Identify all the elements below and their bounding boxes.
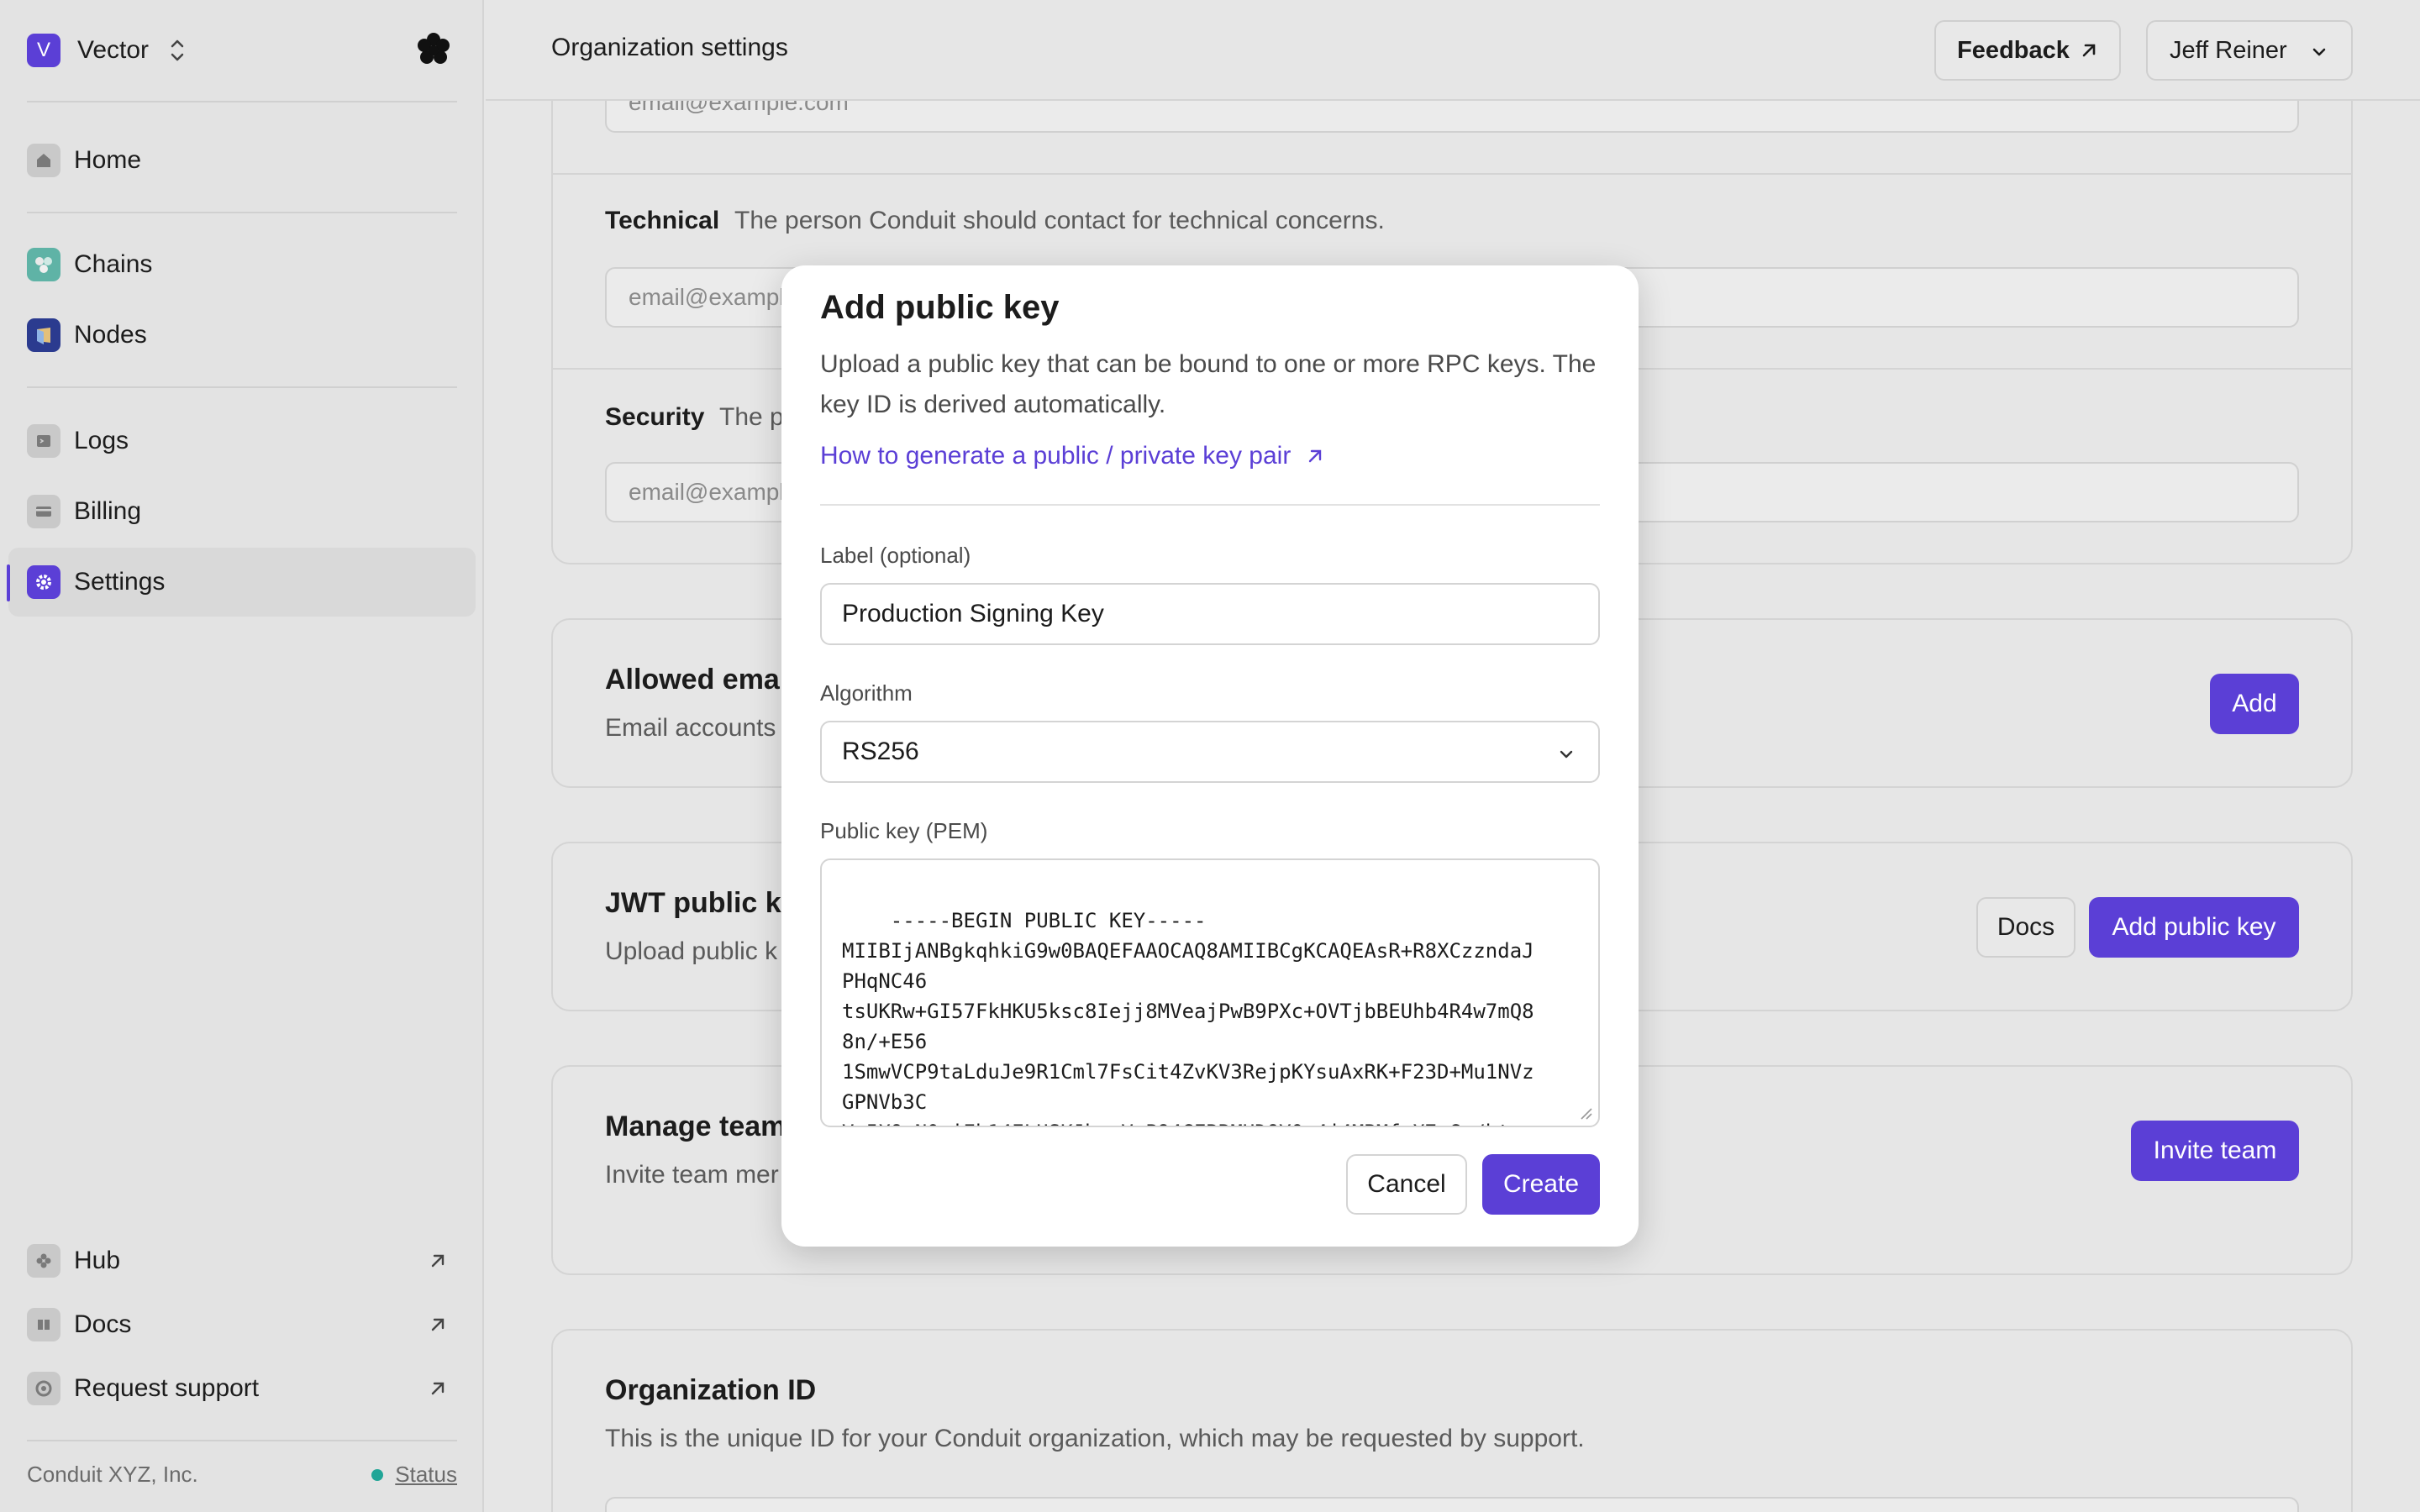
label-field-label: Label (optional) bbox=[820, 543, 971, 568]
user-name: Jeff Reiner bbox=[2170, 36, 2287, 64]
jwt-title: JWT public ke bbox=[605, 887, 797, 919]
sidebar-item-billing[interactable]: Billing bbox=[8, 477, 476, 546]
organization-id-field[interactable] bbox=[605, 1497, 2299, 1512]
sidebar-item-label: Home bbox=[74, 146, 142, 174]
gear-icon bbox=[27, 565, 60, 599]
algorithm-select[interactable]: RS256 bbox=[820, 721, 1600, 783]
algorithm-label: Algorithm bbox=[820, 680, 913, 706]
sidebar-item-label: Nodes bbox=[74, 321, 147, 349]
nodes-icon bbox=[27, 318, 60, 352]
dialog-title: Add public key bbox=[820, 289, 1060, 326]
external-link-icon bbox=[431, 1382, 445, 1395]
org-avatar: V bbox=[27, 34, 60, 67]
sidebar-item-label: Docs bbox=[74, 1310, 132, 1338]
page-title: Organization settings bbox=[551, 34, 788, 61]
sidebar-item-label: Billing bbox=[74, 497, 142, 525]
sidebar-item-hub[interactable]: Hub bbox=[8, 1226, 476, 1295]
add-email-button-label: Add bbox=[2232, 690, 2277, 717]
sidebar-item-label: Request support bbox=[74, 1374, 260, 1402]
external-link-icon bbox=[431, 1254, 445, 1268]
sidebar-footer: Conduit XYZ, Inc. Status bbox=[27, 1462, 457, 1488]
resize-handle-icon[interactable] bbox=[1576, 1104, 1593, 1121]
book-icon bbox=[27, 1308, 60, 1341]
jwt-docs-button[interactable]: Docs bbox=[1976, 897, 2075, 958]
algorithm-value: RS256 bbox=[842, 738, 919, 765]
org-name: Vector bbox=[77, 36, 150, 64]
chevron-up-down-icon bbox=[171, 39, 184, 61]
flower-logo-icon bbox=[418, 33, 450, 64]
status-indicator[interactable]: Status bbox=[371, 1462, 457, 1488]
add-public-key-button[interactable]: Add public key bbox=[2089, 897, 2299, 958]
sidebar-divider bbox=[27, 212, 457, 213]
dialog-divider bbox=[820, 504, 1600, 506]
sidebar-item-label: Settings bbox=[74, 568, 166, 596]
add-public-key-button-label: Add public key bbox=[2112, 913, 2276, 941]
sidebar: V Vector Home Chains Nodes Logs Billing … bbox=[0, 0, 484, 1512]
key-label-input[interactable]: Production Signing Key bbox=[820, 583, 1600, 645]
feedback-button-label: Feedback bbox=[1957, 36, 2070, 64]
cancel-button[interactable]: Cancel bbox=[1346, 1154, 1467, 1215]
jwt-docs-button-label: Docs bbox=[1996, 913, 2055, 941]
create-button[interactable]: Create bbox=[1482, 1154, 1600, 1215]
key-pair-guide-link-label: How to generate a public / private key p… bbox=[820, 442, 1292, 470]
status-dot-icon bbox=[371, 1468, 384, 1481]
billing-icon bbox=[27, 495, 60, 528]
key-pair-guide-link[interactable]: How to generate a public / private key p… bbox=[820, 442, 1324, 470]
sidebar-divider bbox=[27, 1440, 457, 1441]
jwt-description: Upload public k bbox=[605, 937, 778, 965]
add-email-button[interactable]: Add bbox=[2210, 674, 2299, 734]
organization-id-description: This is the unique ID for your Conduit o… bbox=[605, 1425, 1585, 1452]
technical-description: The person Conduit should contact for te… bbox=[734, 207, 1385, 234]
feedback-button[interactable]: Feedback bbox=[1934, 20, 2121, 81]
key-label-value: Production Signing Key bbox=[842, 600, 1104, 627]
team-description: Invite team mer bbox=[605, 1161, 779, 1189]
hub-icon bbox=[27, 1244, 60, 1278]
technical-label: Technical bbox=[605, 207, 720, 234]
sidebar-item-chains[interactable]: Chains bbox=[8, 230, 476, 299]
sidebar-item-docs[interactable]: Docs bbox=[8, 1290, 476, 1359]
invite-team-button-label: Invite team bbox=[2153, 1137, 2277, 1164]
org-switcher[interactable]: V Vector bbox=[27, 30, 454, 71]
sidebar-item-label: Logs bbox=[74, 427, 129, 454]
allowed-emails-title: Allowed emai bbox=[605, 664, 788, 696]
dialog-description: Upload a public key that can be bound to… bbox=[820, 350, 1597, 418]
pem-label: Public key (PEM) bbox=[820, 818, 988, 843]
sidebar-item-label: Chains bbox=[74, 250, 153, 278]
user-menu[interactable]: Jeff Reiner bbox=[2146, 20, 2353, 81]
sidebar-item-nodes[interactable]: Nodes bbox=[8, 301, 476, 370]
sidebar-item-logs[interactable]: Logs bbox=[8, 407, 476, 475]
security-label: Security bbox=[605, 403, 705, 431]
status-link[interactable]: Status bbox=[395, 1462, 457, 1488]
add-public-key-dialog: Add public key Upload a public key that … bbox=[781, 265, 1639, 1247]
company-name: Conduit XYZ, Inc. bbox=[27, 1462, 198, 1487]
invite-team-button[interactable]: Invite team bbox=[2131, 1121, 2299, 1181]
public-key-textarea[interactable]: -----BEGIN PUBLIC KEY----- MIIBIjANBgkqh… bbox=[820, 858, 1600, 1127]
organization-id-card bbox=[551, 1329, 2353, 1512]
team-title: Manage team bbox=[605, 1110, 786, 1142]
sidebar-item-home[interactable]: Home bbox=[8, 126, 476, 195]
organization-id-title: Organization ID bbox=[605, 1374, 817, 1406]
home-icon bbox=[27, 144, 60, 177]
allowed-emails-description: Email accounts bbox=[605, 714, 776, 742]
logs-icon bbox=[27, 424, 60, 458]
divider bbox=[553, 173, 2351, 175]
create-button-label: Create bbox=[1502, 1170, 1580, 1198]
sidebar-divider bbox=[27, 386, 457, 388]
public-key-value: -----BEGIN PUBLIC KEY----- MIIBIjANBgkqh… bbox=[842, 909, 1534, 1126]
external-link-icon bbox=[431, 1318, 445, 1331]
sidebar-item-label: Hub bbox=[74, 1247, 121, 1274]
cancel-button-label: Cancel bbox=[1367, 1170, 1446, 1198]
external-link-icon bbox=[2082, 44, 2096, 57]
chains-icon bbox=[27, 248, 60, 281]
chevron-down-icon bbox=[1560, 750, 1573, 759]
sidebar-divider bbox=[27, 101, 457, 102]
sidebar-item-settings[interactable]: Settings bbox=[7, 548, 476, 617]
chevron-down-icon bbox=[2312, 48, 2326, 56]
external-link-icon bbox=[1309, 449, 1322, 463]
security-description: The p bbox=[719, 403, 784, 431]
top-bar: Organization settings Feedback Jeff Rein… bbox=[486, 0, 2420, 101]
sidebar-item-request-support[interactable]: Request support bbox=[8, 1354, 476, 1423]
lifebuoy-icon bbox=[27, 1372, 60, 1405]
